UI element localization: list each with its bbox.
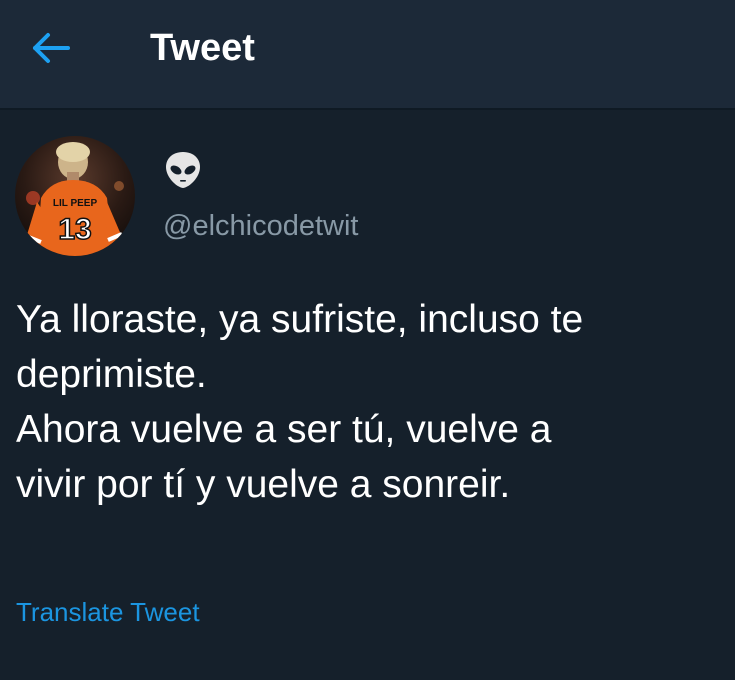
- user-handle[interactable]: @elchicodetwit: [163, 208, 358, 244]
- back-arrow-icon: [33, 33, 70, 63]
- back-button[interactable]: [28, 28, 72, 68]
- display-name[interactable]: [163, 150, 203, 190]
- header-divider: [0, 108, 735, 110]
- avatar-image: LIL PEEP 13: [15, 136, 135, 256]
- tweet-text: Ya lloraste, ya sufriste, incluso te dep…: [16, 292, 731, 512]
- alien-emoji-icon: [166, 152, 200, 188]
- tweet-text-line: Ya lloraste, ya sufriste, incluso te: [16, 298, 584, 341]
- page-title: Tweet: [150, 27, 255, 69]
- tweet-text-line: vivir por tí y vuelve a sonreir.: [16, 463, 511, 506]
- jersey-number: 13: [58, 213, 91, 246]
- translate-tweet-link[interactable]: Translate Tweet: [16, 596, 200, 628]
- tweet-text-line: deprimiste.: [16, 353, 207, 396]
- top-app-bar: Tweet: [0, 0, 735, 108]
- jersey-name: LIL PEEP: [53, 198, 98, 209]
- tweet-text-line: Ahora vuelve a ser tú, vuelve a: [16, 408, 552, 451]
- avatar[interactable]: LIL PEEP 13: [15, 136, 135, 256]
